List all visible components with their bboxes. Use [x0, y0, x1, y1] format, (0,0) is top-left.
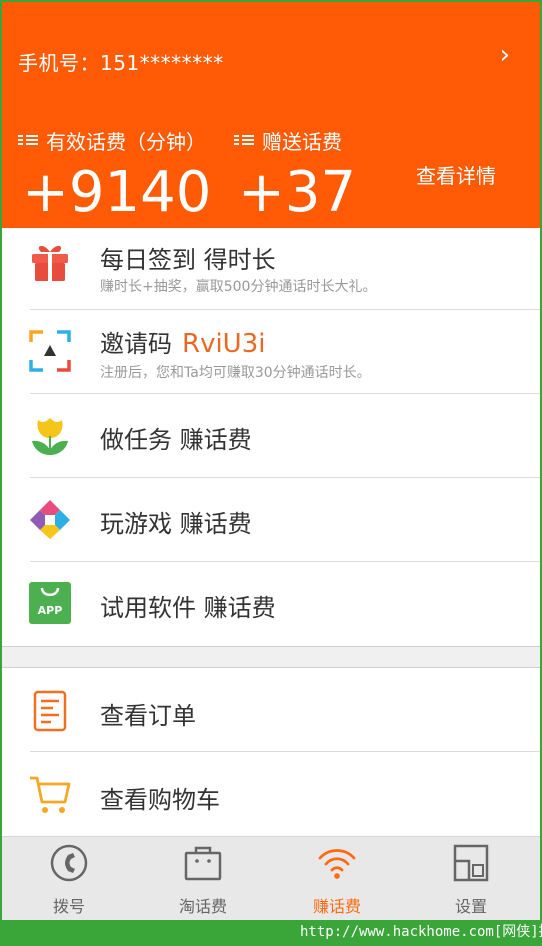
cart-title: 查看购物车	[100, 786, 220, 814]
invite-title-text: 邀请码	[100, 330, 172, 358]
view-details-link[interactable]: 查看详情	[416, 160, 496, 189]
list-item-games[interactable]: 玩游戏 赚话费	[2, 478, 540, 562]
gift-minutes-value: +37	[238, 160, 357, 225]
tab-settings-label: 设置	[454, 897, 487, 916]
checkin-title: 每日签到 得时长	[100, 246, 276, 274]
tulip-icon	[32, 418, 68, 455]
game-diamond-icon	[30, 500, 70, 539]
shopping-cart-icon	[30, 776, 71, 813]
apps-title: 试用软件 赚话费	[100, 594, 276, 622]
invite-code-value[interactable]: RviU3i	[182, 329, 265, 359]
tab-dial-label: 拨号	[52, 897, 85, 916]
wifi-signal-icon	[318, 849, 356, 879]
invite-code-icon	[29, 330, 71, 372]
app-badge-text: APP	[37, 604, 63, 617]
tab-settings[interactable]: 设置	[404, 837, 538, 920]
settings-icon	[453, 844, 489, 882]
app-store-icon: APP	[29, 582, 71, 624]
bottom-nav: 拨号 淘话费 赚话费 设置	[2, 836, 540, 920]
list-item-apps[interactable]: APP 试用软件 赚话费	[2, 562, 540, 646]
source-watermark: http://www.hackhome.com[网侠]提供	[300, 924, 542, 940]
invite-subtitle: 注册后，您和Ta均可赚取30分钟通话时长。	[100, 365, 371, 381]
gift-minutes-label: 赠送话费	[234, 126, 342, 155]
bag-handle-icon	[40, 587, 60, 596]
tasks-title: 做任务 赚话费	[100, 426, 252, 454]
tab-shop[interactable]: 淘话费	[136, 837, 270, 920]
checkin-subtitle: 赚时长+抽奖，赢取500分钟通话时长大礼。	[100, 279, 377, 295]
games-title: 玩游戏 赚话费	[100, 510, 252, 538]
tab-earn[interactable]: 赚话费	[270, 837, 404, 920]
order-list-icon	[33, 690, 67, 732]
list-item-checkin[interactable]: 每日签到 得时长 赚时长+抽奖，赢取500分钟通话时长大礼。	[2, 228, 540, 310]
device-frame: 手机号：151******** › 有效话费（分钟） 赠送话费 +9140 +3…	[0, 0, 542, 946]
phone-number: 手机号：151********	[18, 51, 224, 75]
tab-earn-label: 赚话费	[312, 897, 361, 916]
section-gap	[2, 646, 540, 668]
valid-minutes-text: 有效话费（分钟）	[46, 130, 206, 154]
list-item-tasks[interactable]: 做任务 赚话费	[2, 394, 540, 478]
list-item-orders[interactable]: 查看订单	[2, 668, 540, 752]
phone-icon	[50, 844, 88, 882]
bars-icon	[18, 134, 38, 148]
invite-title: 邀请码 RviU3i	[100, 324, 265, 359]
shopping-bag-icon	[184, 846, 222, 881]
chevron-right-icon[interactable]: ›	[500, 42, 510, 68]
tab-dial[interactable]: 拨号	[2, 837, 136, 920]
list-item-cart[interactable]: 查看购物车	[2, 752, 540, 836]
valid-minutes-label: 有效话费（分钟）	[18, 126, 206, 155]
bars-icon	[234, 134, 254, 148]
balance-header: 手机号：151******** › 有效话费（分钟） 赠送话费 +9140 +3…	[2, 2, 540, 228]
valid-minutes-value: +9140	[22, 160, 212, 225]
list-item-invite[interactable]: 邀请码 RviU3i 注册后，您和Ta均可赚取30分钟通话时长。	[2, 310, 540, 394]
gift-box-icon	[32, 245, 68, 281]
account-row[interactable]: 手机号：151******** ›	[2, 32, 540, 88]
orders-title: 查看订单	[100, 702, 196, 730]
gift-minutes-text: 赠送话费	[262, 130, 342, 154]
tab-shop-label: 淘话费	[178, 897, 227, 916]
app-screen: 手机号：151******** › 有效话费（分钟） 赠送话费 +9140 +3…	[2, 2, 540, 920]
